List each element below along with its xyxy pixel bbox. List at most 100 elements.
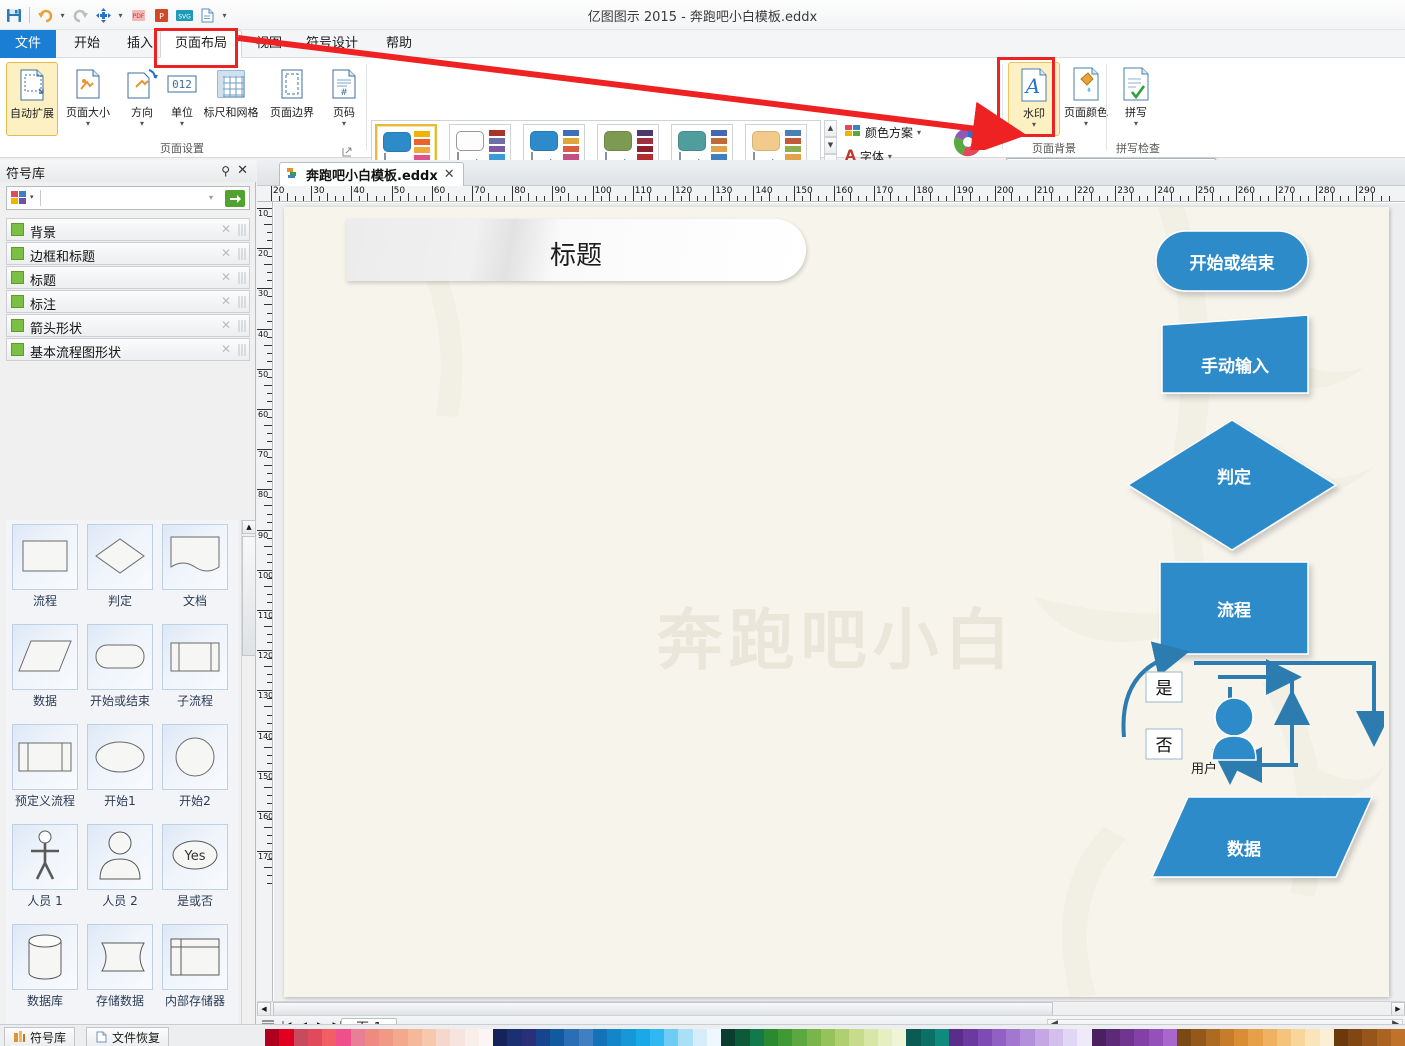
palette-swatch[interactable] [550, 1029, 565, 1046]
palette-swatch[interactable] [721, 1029, 736, 1046]
shape-item-开始2[interactable]: 开始2 [158, 724, 232, 824]
palette-swatch[interactable] [478, 1029, 493, 1046]
search-bar[interactable]: ▾ ▾ [6, 186, 250, 210]
page-number-dropdown-icon[interactable]: ▾ [318, 119, 370, 128]
palette-swatch[interactable] [892, 1029, 907, 1046]
close-icon[interactable]: ✕ [221, 294, 231, 308]
horizontal-scrollbar[interactable]: ◀ ▶ [257, 1001, 1405, 1016]
palette-swatch[interactable] [507, 1029, 522, 1046]
page-color-dropdown-icon[interactable]: ▾ [1060, 119, 1112, 128]
shape-item-开始或结束[interactable]: 开始或结束 [83, 624, 157, 724]
bottom-tab-file-recovery[interactable]: 文件恢复 [86, 1027, 170, 1046]
palette-icon[interactable] [10, 190, 28, 206]
close-icon[interactable]: ✕ [221, 342, 231, 356]
tab-home[interactable]: 开始 [60, 30, 114, 58]
palette-swatch[interactable] [820, 1029, 835, 1046]
shape-item-数据库[interactable]: 数据库 [8, 924, 82, 1024]
library-checkbox[interactable] [11, 247, 24, 260]
palette-swatch[interactable] [934, 1029, 949, 1046]
shape-item-内部存储器[interactable]: 内部存储器 [158, 924, 232, 1024]
library-checkbox[interactable] [11, 271, 24, 284]
palette-swatch[interactable] [692, 1029, 707, 1046]
tab-file[interactable]: 文件 [0, 30, 56, 58]
page-size-dropdown-icon[interactable]: ▾ [62, 119, 114, 128]
palette-swatch[interactable] [393, 1029, 408, 1046]
shape-item-预定义流程[interactable]: 预定义流程 [8, 724, 82, 824]
library-item-title[interactable]: 标题 ✕ [6, 266, 250, 289]
gallery-scroll-up-icon[interactable]: ▲ [824, 120, 837, 137]
palette-swatch[interactable] [293, 1029, 308, 1046]
palette-swatch[interactable] [1177, 1029, 1192, 1046]
palette-swatch[interactable] [379, 1029, 394, 1046]
auto-expand-button[interactable]: 自动扩展 [6, 62, 58, 136]
page-number-button[interactable]: # 页码 ▾ [318, 62, 370, 136]
flowchart-node-process[interactable]: 流程 [1160, 562, 1308, 654]
palette-swatch[interactable] [749, 1029, 764, 1046]
library-item-background[interactable]: 背景 ✕ [6, 218, 250, 241]
palette-swatch[interactable] [564, 1029, 579, 1046]
close-icon[interactable]: ✕ [221, 246, 231, 260]
palette-swatch[interactable] [949, 1029, 964, 1046]
library-item-callout[interactable]: 标注 ✕ [6, 290, 250, 313]
palette-swatch[interactable] [806, 1029, 821, 1046]
palette-swatch[interactable] [778, 1029, 793, 1046]
palette-swatch[interactable] [1362, 1029, 1377, 1046]
tab-help[interactable]: 帮助 [372, 30, 426, 58]
palette-swatch[interactable] [421, 1029, 436, 1046]
library-item-arrow-shapes[interactable]: 箭头形状 ✕ [6, 314, 250, 337]
tab-page-layout[interactable]: 页面布局 [160, 30, 243, 58]
document-page[interactable]: 标题 奔跑吧小白 是 否 开始或结束 手动输入 判定 流程 用户 数据 [284, 207, 1389, 997]
library-checkbox[interactable] [11, 295, 24, 308]
palette-swatch[interactable] [1063, 1029, 1078, 1046]
palette-swatch[interactable] [1333, 1029, 1348, 1046]
page-color-button[interactable]: 页面颜色 ▾ [1060, 62, 1112, 136]
palette-swatch[interactable] [1276, 1029, 1291, 1046]
palette-swatch[interactable] [336, 1029, 351, 1046]
pin-icon[interactable]: ⚲ [221, 164, 230, 178]
shape-item-流程[interactable]: 流程 [8, 524, 82, 624]
palette-swatch[interactable] [1034, 1029, 1049, 1046]
palette-swatch[interactable] [1319, 1029, 1334, 1046]
page-size-button[interactable]: 页面大小 ▾ [62, 62, 114, 136]
shape-grid-scrollbar[interactable]: ▲ ▼ [241, 520, 256, 1046]
palette-swatch[interactable] [649, 1029, 664, 1046]
palette-swatch[interactable] [307, 1029, 322, 1046]
watermark-button[interactable]: A 水印 ▾ [1008, 62, 1060, 136]
flowchart-node-terminator[interactable]: 开始或结束 [1156, 231, 1308, 291]
palette-swatch[interactable] [407, 1029, 422, 1046]
palette-swatch[interactable] [1048, 1029, 1063, 1046]
palette-swatch[interactable] [849, 1029, 864, 1046]
close-icon[interactable]: ✕ [221, 222, 231, 236]
go-arrow-icon[interactable] [225, 190, 245, 207]
search-dropdown-icon[interactable]: ▾ [209, 193, 213, 202]
palette-swatch[interactable] [521, 1029, 536, 1046]
palette-swatch[interactable] [835, 1029, 850, 1046]
close-icon[interactable]: ✕ [221, 318, 231, 332]
shape-item-判定[interactable]: 判定 [83, 524, 157, 624]
palette-swatch[interactable] [1162, 1029, 1177, 1046]
palette-swatch[interactable] [279, 1029, 294, 1046]
library-checkbox[interactable] [11, 223, 24, 236]
palette-swatch[interactable] [1148, 1029, 1163, 1046]
watermark-dropdown-icon[interactable]: ▾ [1009, 120, 1059, 129]
palette-swatch[interactable] [436, 1029, 451, 1046]
palette-dropdown-icon[interactable]: ▾ [30, 193, 34, 201]
shape-item-开始1[interactable]: 开始1 [83, 724, 157, 824]
palette-swatch[interactable] [1105, 1029, 1120, 1046]
close-icon[interactable]: ✕ [237, 163, 248, 178]
vertical-ruler[interactable]: 10 20 30 40 50 60 70 80 90 100 110 120 130 140 150 160 1… [257, 202, 273, 1002]
scroll-thumb-horizontal[interactable] [273, 1002, 1053, 1016]
palette-swatch[interactable] [1191, 1029, 1206, 1046]
scroll-up-icon[interactable]: ▲ [242, 520, 256, 534]
page-border-button[interactable]: 页面边界 [266, 62, 318, 136]
page-title-banner[interactable]: 标题 [346, 219, 806, 281]
palette-swatch[interactable] [991, 1029, 1006, 1046]
palette-swatch[interactable] [450, 1029, 465, 1046]
palette-swatch[interactable] [664, 1029, 679, 1046]
library-checkbox[interactable] [11, 343, 24, 356]
close-icon[interactable]: ✕ [221, 270, 231, 284]
shape-item-是或否[interactable]: Yes 是或否 [158, 824, 232, 924]
page-setup-dialog-launcher-icon[interactable] [342, 146, 352, 157]
palette-swatch[interactable] [592, 1029, 607, 1046]
palette-swatch[interactable] [1120, 1029, 1135, 1046]
